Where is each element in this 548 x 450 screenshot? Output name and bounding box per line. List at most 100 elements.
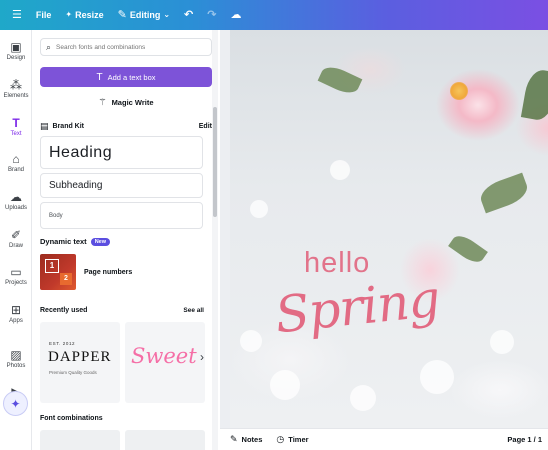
magic-assistant-button[interactable]: ✦ — [3, 391, 28, 416]
rail-item-design[interactable]: ▣ Design — [0, 40, 32, 61]
cloud-sync-button[interactable]: ☁ — [230, 8, 242, 21]
magic-sparkle-icon: ✦ — [10, 396, 21, 411]
resize-label: Resize — [75, 10, 104, 20]
editing-mode-dropdown[interactable]: ✎ Editing ⌄ — [117, 8, 170, 21]
file-label: File — [35, 10, 52, 20]
font-combination-thumb[interactable] — [125, 430, 205, 450]
page-number-one: 1 — [45, 259, 59, 273]
subheading-sample: Subheading — [49, 180, 103, 191]
recent-font-dapper[interactable]: EST. 2012 DAPPER Premium Quality Goods — [40, 322, 120, 403]
elements-icon: ⁂ — [10, 78, 22, 92]
leaf-shape — [520, 67, 548, 123]
hello-text[interactable]: hello — [304, 247, 370, 280]
notes-button[interactable]: ✎ Notes — [230, 434, 262, 445]
page-count[interactable]: Page 1 / 1 — [507, 435, 542, 444]
photos-icon: ▨ — [10, 348, 22, 362]
bottom-bar: ✎ Notes ◷ Timer Page 1 / 1 — [220, 428, 548, 450]
undo-icon: ↶ — [184, 8, 194, 21]
bokeh-dot — [270, 370, 300, 400]
timer-label: Timer — [288, 435, 309, 444]
panel-scrollbar-thumb[interactable] — [213, 107, 217, 217]
magic-write-button[interactable]: ⚚ Magic Write — [40, 92, 212, 112]
rail-item-apps[interactable]: ⊞ Apps — [0, 303, 32, 324]
leaf-shape — [448, 231, 488, 267]
rail-item-label: Elements — [3, 93, 29, 99]
font-search-box[interactable]: ⌕ — [40, 38, 212, 56]
projects-icon: ▭ — [10, 265, 22, 279]
file-menu[interactable]: File — [36, 10, 52, 20]
brand-kit-icon: ▤ — [40, 120, 49, 131]
body-sample: Body — [49, 212, 63, 219]
rail-item-label: Draw — [8, 243, 23, 249]
add-text-box-button[interactable]: T Add a text box — [40, 67, 212, 87]
rail-item-label: Design — [6, 55, 26, 61]
bokeh-dot — [350, 385, 376, 411]
brand-kit-label: Brand Kit — [52, 122, 85, 130]
resize-button[interactable]: ✦ Resize — [65, 10, 103, 20]
panel-scrollbar-track[interactable] — [212, 30, 218, 450]
rail-item-label: Uploads — [4, 205, 27, 211]
rail-item-draw[interactable]: ✐ Draw — [0, 228, 32, 249]
text-panel: ⌕ T Add a text box ⚚ Magic Write ▤ Brand… — [32, 30, 220, 450]
dapper-title: DAPPER — [48, 349, 112, 365]
notes-icon: ✎ — [230, 434, 238, 444]
redo-icon: ↷ — [207, 8, 217, 21]
cloud-sync-icon: ☁ — [230, 8, 242, 21]
apps-icon: ⊞ — [10, 303, 22, 317]
recently-used-label: Recently used — [40, 307, 88, 314]
leaf-shape — [317, 62, 363, 98]
magic-write-label: Magic Write — [111, 97, 154, 107]
page-number-two: 2 — [60, 273, 72, 285]
dynamic-text-header: Dynamic text New — [40, 237, 110, 246]
page-numbers-option[interactable]: 1 2 Page numbers — [40, 253, 203, 291]
see-all-link[interactable]: See all — [183, 307, 204, 314]
chevron-right-icon[interactable]: › — [200, 350, 204, 364]
design-page[interactable]: hello Spring — [230, 30, 548, 428]
magic-wand-icon: ⚚ — [98, 96, 107, 107]
redo-button[interactable]: ↷ — [207, 8, 217, 21]
font-combination-thumb[interactable] — [40, 430, 120, 450]
new-badge: New — [90, 237, 110, 246]
rail-item-brand[interactable]: ⌂ Brand — [0, 152, 32, 173]
crown-icon: ✦ — [65, 10, 73, 19]
text-cursor-icon: T — [96, 71, 103, 83]
undo-button[interactable]: ↶ — [184, 8, 194, 21]
pencil-icon: ✎ — [117, 8, 127, 21]
menu-button[interactable]: ☰ — [12, 8, 22, 21]
add-text-label: Add a text box — [107, 72, 156, 82]
rail-item-label: Brand — [7, 167, 24, 173]
heading-sample: Heading — [49, 143, 113, 161]
notes-label: Notes — [241, 435, 263, 444]
spring-text[interactable]: Spring — [272, 270, 442, 345]
rail-item-projects[interactable]: ▭ Projects — [0, 265, 32, 286]
uploads-icon: ☁ — [10, 190, 22, 204]
timer-button[interactable]: ◷ Timer — [276, 434, 308, 445]
page-numbers-label: Page numbers — [84, 268, 133, 276]
sweet-title: Sweet — [131, 344, 197, 368]
brand-kit-edit-link[interactable]: Edit — [199, 123, 212, 130]
rail-item-uploads[interactable]: ☁ Uploads — [0, 190, 32, 211]
search-icon: ⌕ — [46, 41, 52, 52]
design-icon: ▣ — [10, 40, 22, 54]
subheading-style-card[interactable]: Subheading — [40, 173, 203, 198]
dapper-subtitle: Premium Quality Goods — [49, 370, 97, 375]
bokeh-dot — [490, 330, 514, 354]
rail-item-label: Projects — [5, 280, 27, 286]
top-toolbar: ☰ File ✦ Resize ✎ Editing ⌄ ↶ ↷ ☁ — [0, 0, 548, 30]
bokeh-dot — [240, 330, 262, 352]
left-rail: ▣ Design ⁂ Elements T Text ⌂ Brand ☁ Upl… — [0, 30, 32, 450]
body-style-card[interactable]: Body — [40, 202, 203, 229]
heading-style-card[interactable]: Heading — [40, 136, 203, 169]
rail-item-label: Apps — [9, 318, 23, 324]
rail-item-label: Photos — [6, 363, 26, 369]
recent-font-sweet[interactable]: Sweet — [125, 322, 205, 403]
rail-item-label: Text — [10, 131, 22, 137]
brand-kit-row: ▤ Brand Kit Edit — [40, 120, 212, 132]
hamburger-icon: ☰ — [12, 8, 22, 21]
rail-item-elements[interactable]: ⁂ Elements — [0, 78, 32, 99]
search-input[interactable] — [56, 43, 197, 51]
rail-item-photos[interactable]: ▨ Photos — [0, 348, 32, 369]
page-numbers-thumbnail: 1 2 — [40, 254, 76, 290]
bokeh-dot — [250, 200, 268, 218]
rail-item-text[interactable]: T Text — [0, 116, 32, 137]
